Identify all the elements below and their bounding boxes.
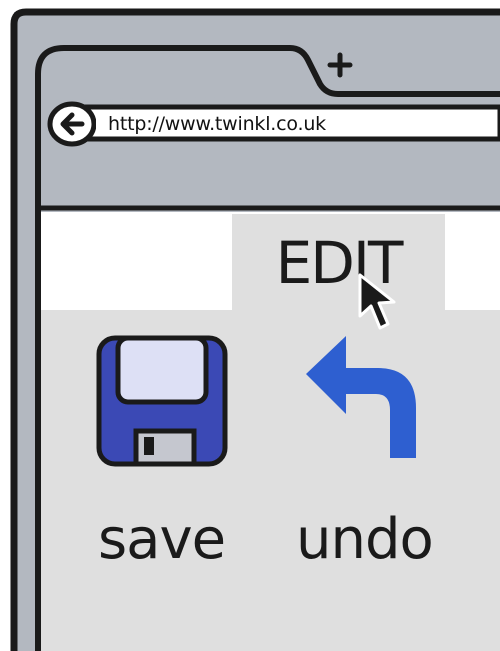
undo-label: undo	[296, 507, 434, 572]
cursor-arrow-icon	[358, 273, 396, 330]
undo-arrow-icon	[306, 336, 416, 458]
back-arrow-icon	[47, 101, 96, 147]
undo-button[interactable]	[304, 334, 420, 460]
floppy-disk-icon	[96, 335, 228, 467]
mouse-cursor	[356, 272, 406, 334]
tab-edit[interactable]: EDIT	[232, 214, 445, 310]
save-button[interactable]	[96, 335, 228, 467]
plus-icon	[327, 52, 353, 78]
save-label: save	[98, 507, 226, 572]
new-tab-button[interactable]	[323, 48, 357, 82]
back-button[interactable]	[44, 101, 96, 147]
url-text[interactable]: http://www.twinkl.co.uk	[108, 111, 326, 137]
